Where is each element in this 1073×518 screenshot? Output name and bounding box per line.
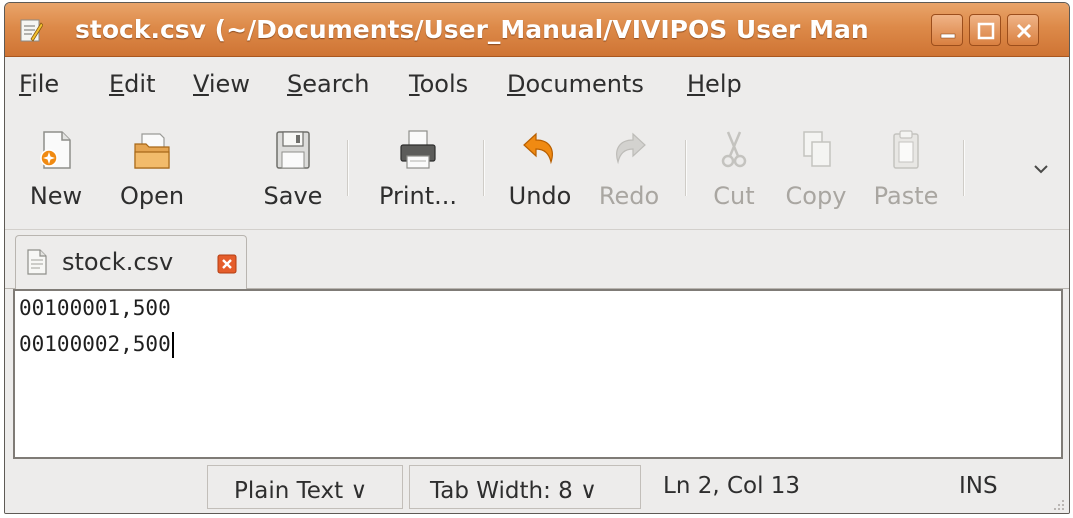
- copy-icon: [803, 131, 831, 167]
- menu-tools-label: ools: [419, 70, 469, 98]
- save-disk-icon: [276, 131, 310, 169]
- undo-label: Undo: [508, 182, 572, 210]
- menu-tools[interactable]: Tools: [409, 68, 468, 100]
- menu-file-label: ile: [31, 70, 60, 98]
- close-icon: [1016, 23, 1032, 39]
- menu-view-accel: V: [193, 70, 209, 98]
- tab-width-selector[interactable]: Tab Width: 8 ∨: [409, 465, 641, 509]
- menu-search-accel: S: [287, 70, 303, 98]
- new-button[interactable]: New: [19, 124, 93, 220]
- document-tab-bar: stock.csv: [5, 231, 1069, 290]
- menu-help-accel: H: [687, 70, 706, 98]
- tab-label: stock.csv: [62, 248, 174, 276]
- toolbar-separator: [483, 140, 485, 196]
- language-selector[interactable]: Plain Text ∨: [207, 465, 403, 509]
- cut-button[interactable]: Cut: [703, 124, 765, 220]
- window-title: stock.csv (~/Documents/User_Manual/VIVIP…: [75, 15, 869, 44]
- text-cursor: [171, 332, 174, 358]
- insert-mode-indicator: INS: [959, 473, 998, 499]
- document-icon: [27, 249, 47, 275]
- menu-help-label: elp: [705, 70, 742, 98]
- menu-documents-accel: D: [507, 70, 526, 98]
- minimize-button[interactable]: [931, 14, 963, 46]
- cursor-position: Ln 2, Col 13: [663, 473, 801, 499]
- menu-edit-label: dit: [124, 70, 156, 98]
- menu-edit-accel: E: [109, 70, 125, 98]
- menu-help[interactable]: Help: [687, 68, 742, 100]
- editor-line-2-text: 00100002,500: [19, 332, 171, 356]
- redo-label: Redo: [598, 182, 660, 210]
- maximize-icon: [977, 22, 995, 40]
- menu-bar: File Edit View Search Tools Documents He…: [5, 58, 1069, 110]
- text-editor-area[interactable]: 00100001,500 00100002,500: [13, 289, 1063, 459]
- menu-documents[interactable]: Documents: [507, 68, 644, 100]
- toolbar-separator: [963, 140, 965, 196]
- menu-view-label: iew: [208, 70, 250, 98]
- undo-arrow-icon: [523, 132, 553, 165]
- title-bar[interactable]: stock.csv (~/Documents/User_Manual/VIVIP…: [5, 3, 1069, 57]
- toolbar: New Open Save Print... Undo Redo Cut Cop…: [5, 110, 1069, 276]
- print-label: Print...: [378, 182, 458, 210]
- open-button[interactable]: Open: [105, 124, 199, 220]
- close-button[interactable]: [1007, 14, 1039, 46]
- menu-file[interactable]: File: [19, 68, 59, 100]
- resize-grip-icon[interactable]: [1051, 497, 1065, 511]
- minimize-icon: [940, 33, 956, 39]
- menu-search-label: earch: [302, 70, 370, 98]
- new-label: New: [29, 182, 83, 210]
- toolbar-separator: [685, 140, 687, 196]
- printer-icon: [400, 130, 436, 169]
- clipboard-paste-icon: [893, 130, 919, 169]
- copy-label: Copy: [785, 182, 847, 210]
- editor-line-2: 00100002,500: [19, 329, 174, 359]
- toolbar-separator: [347, 140, 349, 196]
- save-label: Save: [263, 182, 323, 210]
- menu-file-accel: F: [19, 70, 32, 98]
- undo-button[interactable]: Undo: [499, 124, 581, 220]
- text-editor-icon: [20, 19, 43, 42]
- scissors-icon: [721, 131, 747, 168]
- redo-button[interactable]: Redo: [589, 124, 669, 220]
- copy-button[interactable]: Copy: [777, 124, 855, 220]
- gedit-window: stock.csv (~/Documents/User_Manual/VIVIP…: [4, 2, 1070, 514]
- tab-stock-csv[interactable]: stock.csv: [15, 235, 247, 290]
- maximize-button[interactable]: [969, 14, 1001, 46]
- new-document-icon: [40, 131, 71, 169]
- open-label: Open: [119, 182, 185, 210]
- print-button[interactable]: Print...: [365, 124, 471, 220]
- tab-width-label: Tab Width: 8 ∨: [430, 478, 597, 504]
- cut-label: Cut: [713, 182, 755, 210]
- save-button[interactable]: Save: [253, 124, 333, 220]
- language-selector-label: Plain Text ∨: [234, 478, 368, 504]
- menu-tools-accel: T: [409, 70, 420, 98]
- menu-edit[interactable]: Edit: [109, 68, 155, 100]
- paste-label: Paste: [873, 182, 939, 210]
- menu-search[interactable]: Search: [287, 68, 369, 100]
- editor-line-1: 00100001,500: [19, 296, 171, 320]
- status-bar: Plain Text ∨ Tab Width: 8 ∨ Ln 2, Col 13…: [5, 461, 1069, 513]
- toolbar-overflow-chevron-icon[interactable]: [1031, 162, 1051, 176]
- open-folder-icon: [134, 133, 170, 169]
- paste-button[interactable]: Paste: [863, 124, 949, 220]
- menu-view[interactable]: View: [193, 68, 250, 100]
- close-icon[interactable]: [217, 254, 237, 274]
- menu-documents-label: ocuments: [525, 70, 644, 98]
- redo-arrow-icon: [616, 132, 646, 165]
